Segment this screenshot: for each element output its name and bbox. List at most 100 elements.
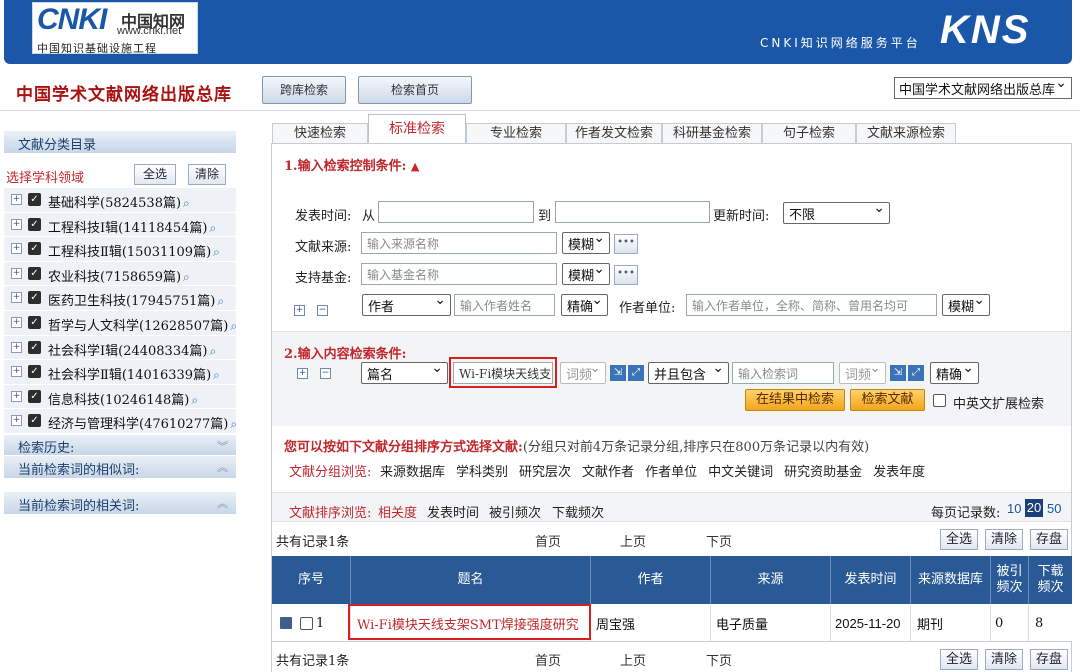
category-checkbox[interactable]: ✓ (28, 365, 41, 379)
tab-quick-search[interactable]: 快速检索 (272, 123, 368, 145)
category-checkbox[interactable]: ✓ (28, 193, 41, 206)
expand-tree-icon[interactable]: + (11, 415, 22, 427)
author-match-select[interactable]: 精确 (561, 292, 608, 316)
category-item[interactable]: + ✓ 工程科技Ⅱ辑(15031109篇) ⌕ (4, 237, 236, 262)
category-item[interactable]: + ✓ 工程科技Ⅰ辑(14118454篇) ⌕ (4, 212, 236, 238)
category-item[interactable]: + ✓ 社会科学Ⅰ辑(24408334篇) ⌕ (4, 335, 236, 361)
tab-author-search[interactable]: 作者发文检索 (566, 123, 662, 145)
category-checkbox[interactable]: ✓ (28, 242, 41, 256)
tab-professional-search[interactable]: 专业检索 (466, 123, 566, 145)
source-input[interactable]: 输入来源名称 (361, 232, 557, 254)
add-row-icon[interactable]: + (294, 305, 305, 316)
group-link[interactable]: 来源数据库 (380, 465, 445, 480)
logic-select[interactable]: 并且包含 (648, 360, 729, 384)
expand-tree-icon[interactable]: + (11, 341, 22, 353)
search-button[interactable]: 检索文献 (850, 389, 925, 411)
expand-checkbox[interactable] (933, 394, 946, 407)
fund-match-select[interactable]: 模糊 (562, 261, 610, 285)
tab-source-search[interactable]: 文献来源检索 (856, 123, 956, 145)
category-label[interactable]: 社会科学Ⅱ辑(14016339篇) ⌕ (48, 364, 220, 383)
related-icon[interactable]: ⤢ (908, 365, 924, 381)
keyword-input[interactable]: Wi-Fi模块天线支 (453, 362, 553, 384)
category-checkbox[interactable]: ✓ (28, 217, 41, 231)
category-item[interactable]: + ✓ 经济与管理科学(47610277篇) ⌕ (4, 409, 237, 434)
col-header-date[interactable]: 发表时间 (831, 556, 911, 604)
magnifier-icon[interactable]: ⌕ (213, 245, 220, 259)
category-checkbox[interactable]: ✓ (28, 340, 41, 354)
magnifier-icon[interactable]: ⌕ (209, 344, 216, 358)
group-link[interactable]: 学科类别 (456, 465, 508, 480)
category-label[interactable]: 经济与管理科学(47610277篇) ⌕ (48, 413, 237, 432)
group-link[interactable]: 作者单位 (645, 465, 697, 480)
category-label[interactable]: 农业科技(7158659篇) ⌕ (48, 266, 190, 285)
col-header-author[interactable]: 作者 (591, 556, 711, 604)
prev-page-link-bottom[interactable]: 上页 (620, 650, 646, 669)
add-condition-icon[interactable]: + (297, 368, 308, 379)
category-label[interactable]: 哲学与人文科学(12628507篇) ⌕ (48, 315, 237, 334)
collapse-arrow-icon[interactable]: ▲ (411, 160, 419, 173)
group-link[interactable]: 研究资助基金 (784, 465, 862, 480)
chevron-up-icon[interactable]: ︽ (217, 459, 228, 475)
magnifier-icon[interactable]: ⌕ (209, 221, 216, 235)
match-select[interactable]: 精确 (930, 360, 979, 384)
row-author[interactable]: 周宝强 (591, 604, 711, 642)
category-label[interactable]: 工程科技Ⅰ辑(14118454篇) ⌕ (48, 217, 216, 236)
pub-date-from-input[interactable] (378, 201, 534, 223)
magnifier-icon[interactable]: ⌕ (217, 294, 224, 308)
tab-standard-search[interactable]: 标准检索 (368, 114, 466, 146)
expand-icon[interactable]: ⇲ (610, 365, 626, 381)
expand-tree-icon[interactable]: + (11, 218, 22, 230)
col-header-cited[interactable]: 被引频次 (991, 556, 1029, 604)
author-field-select[interactable]: 作者 (362, 292, 451, 316)
remove-row-icon[interactable]: − (317, 305, 328, 316)
category-label[interactable]: 社会科学Ⅰ辑(24408334篇) ⌕ (48, 340, 216, 359)
magnifier-icon[interactable]: ⌕ (230, 417, 237, 431)
category-label[interactable]: 基础科学(5824538篇) ⌕ (48, 192, 190, 211)
related-words-header[interactable]: 当前检索词的相关词: ︽ (4, 492, 236, 514)
expand-tree-icon[interactable]: + (11, 243, 22, 255)
next-page-link-bottom[interactable]: 下页 (706, 650, 732, 669)
tab-sentence-search[interactable]: 句子检索 (762, 123, 856, 145)
unit-match-select[interactable]: 模糊 (942, 292, 990, 316)
category-label[interactable]: 信息科技(10246148篇) ⌕ (48, 389, 198, 408)
col-header-source[interactable]: 来源 (711, 556, 831, 604)
keyword2-input[interactable]: 输入检索词 (732, 362, 834, 384)
first-page-link[interactable]: 首页 (535, 531, 561, 550)
similar-words-header[interactable]: 当前检索词的相似词: ︽ (4, 456, 236, 478)
category-checkbox[interactable]: ✓ (28, 389, 41, 403)
sort-date[interactable]: 发表时间 (427, 502, 479, 521)
per-page-50[interactable]: 50 (1047, 501, 1061, 516)
author-name-input[interactable]: 输入作者姓名 (454, 294, 555, 316)
tab-fund-search[interactable]: 科研基金检索 (662, 123, 762, 145)
expand-tree-icon[interactable]: + (11, 194, 22, 205)
row-source[interactable]: 电子质量 (711, 604, 831, 642)
author-unit-input[interactable]: 输入作者单位，全称、简称、曾用名均可 (686, 294, 937, 316)
col-header-title[interactable]: 题名 (351, 556, 591, 604)
expand-tree-icon[interactable]: + (11, 390, 22, 402)
category-label[interactable]: 医药卫生科技(17945751篇) ⌕ (48, 290, 224, 309)
category-checkbox[interactable]: ✓ (28, 291, 41, 305)
freq2-select[interactable]: 词频 (839, 360, 886, 384)
chevron-down-icon[interactable]: ︾ (217, 438, 228, 454)
magnifier-icon[interactable]: ⌕ (183, 270, 190, 284)
category-checkbox[interactable]: ✓ (28, 414, 41, 428)
content-field-select[interactable]: 篇名 (361, 360, 448, 384)
magnifier-icon[interactable]: ⌕ (230, 319, 237, 333)
magnifier-icon[interactable]: ⌕ (183, 196, 190, 210)
next-page-link[interactable]: 下页 (706, 531, 732, 550)
update-time-select[interactable]: 不限 (783, 200, 890, 224)
select-field-link[interactable]: 选择学科领域 (6, 167, 84, 186)
per-page-10[interactable]: 10 (1007, 501, 1021, 516)
category-item[interactable]: + ✓ 医药卫生科技(17945751篇) ⌕ (4, 286, 236, 311)
col-header-downloads[interactable]: 下载频次 (1029, 556, 1072, 604)
group-link[interactable]: 文献作者 (582, 465, 634, 480)
source-picker-button[interactable]: ••• (614, 234, 638, 254)
expand-tree-icon[interactable]: + (11, 267, 22, 279)
category-item[interactable]: + ✓ 农业科技(7158659篇) ⌕ (4, 261, 236, 287)
remove-condition-icon[interactable]: − (320, 368, 331, 379)
category-item[interactable]: + ✓ 基础科学(5824538篇) ⌕ (4, 188, 236, 213)
row-checkbox[interactable] (300, 616, 313, 630)
fund-input[interactable]: 输入基金名称 (361, 263, 557, 285)
save-button-bottom[interactable]: 存盘 (1030, 649, 1068, 670)
sort-cited[interactable]: 被引频次 (489, 502, 541, 521)
